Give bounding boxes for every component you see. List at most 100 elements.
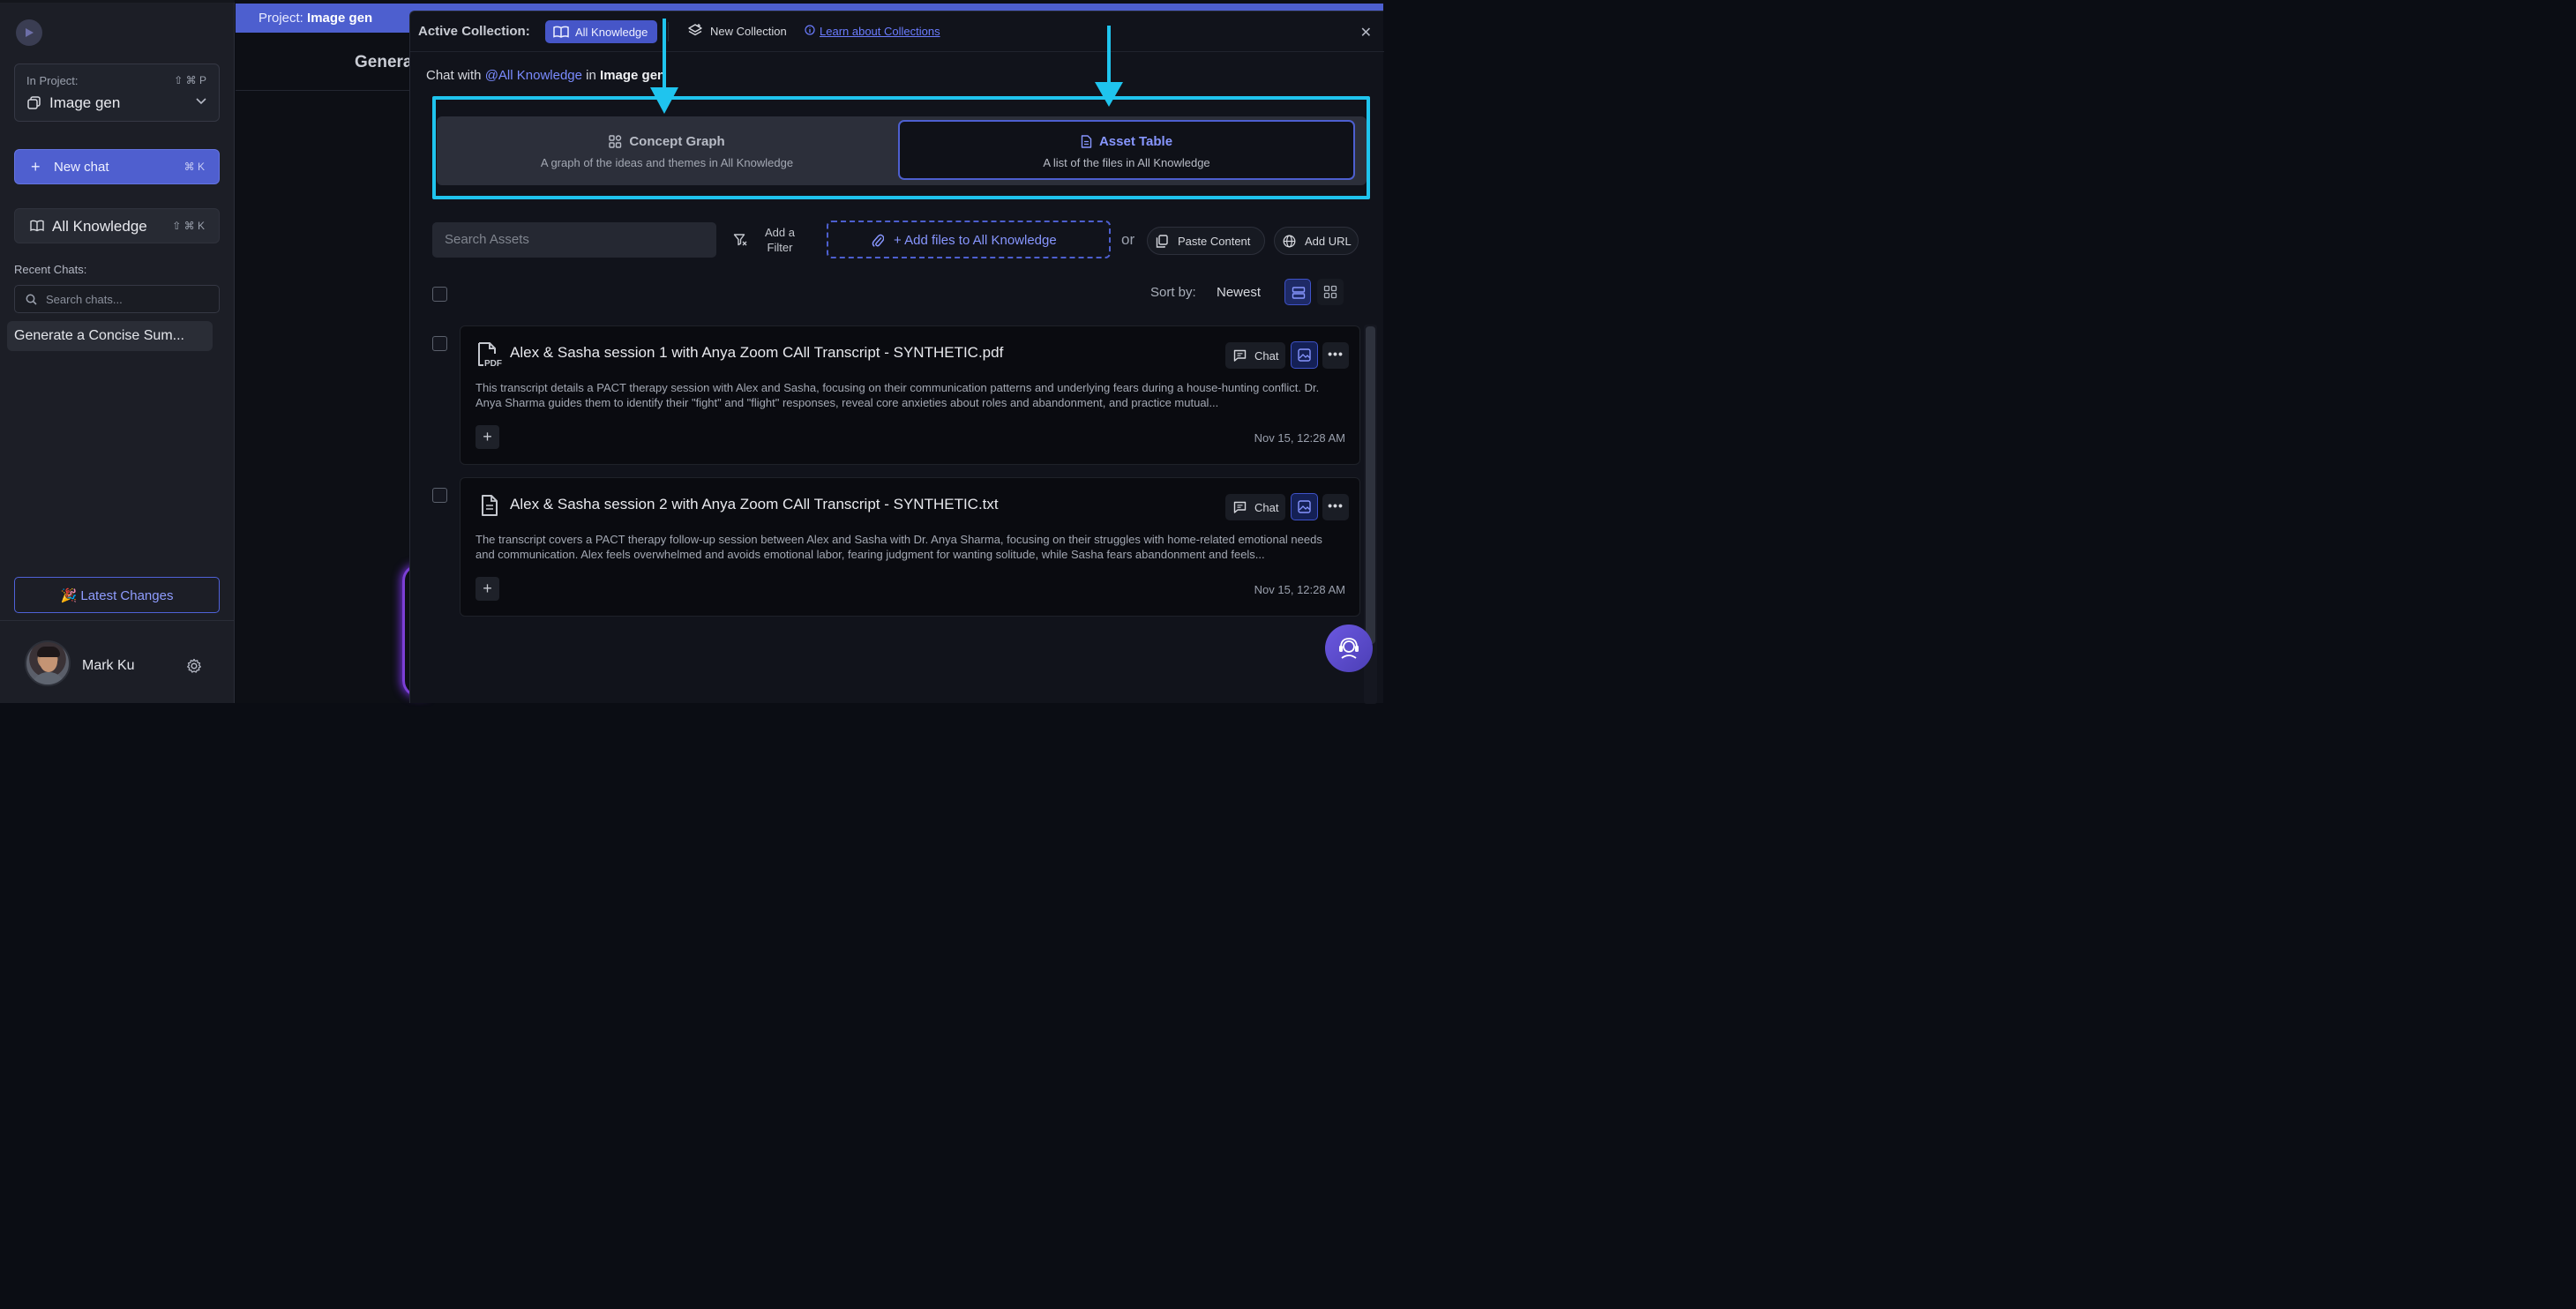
project-name: Image gen [49, 94, 121, 111]
project-banner-prefix: Project: [258, 11, 303, 26]
asset-card[interactable]: Alex & Sasha session 2 with Anya Zoom CA… [460, 477, 1360, 617]
latest-changes-button[interactable]: 🎉 Latest Changes [14, 577, 220, 613]
active-collection-label: Active Collection: [418, 24, 530, 39]
asset-chat-button[interactable]: Chat [1225, 342, 1285, 369]
info-icon [805, 25, 815, 35]
book-icon [553, 26, 569, 38]
active-collection-chip[interactable]: All Knowledge [545, 20, 657, 43]
copy-icon [27, 96, 41, 109]
chat-with-collection[interactable]: @All Knowledge [485, 68, 582, 83]
search-assets-placeholder: Search Assets [445, 232, 529, 247]
gear-icon[interactable] [186, 658, 202, 674]
asset-chat-label: Chat [1254, 501, 1279, 514]
globe-icon [1283, 235, 1296, 248]
headset-icon [1339, 638, 1359, 659]
search-chats-placeholder: Search chats... [46, 293, 123, 306]
all-knowledge-shortcut: ⇧ ⌘ K [172, 220, 205, 232]
add-tag-button[interactable]: + [476, 425, 499, 449]
sidebar-top-border [0, 0, 235, 3]
or-label: or [1121, 231, 1135, 248]
sidebar: In Project: ⇧ ⌘ P Image gen + New chat ⌘… [0, 0, 235, 703]
add-url-label: Add URL [1305, 235, 1352, 248]
annotation-highlight-box [432, 96, 1370, 199]
search-icon [26, 294, 37, 305]
pdf-file-icon: PDF [476, 341, 503, 368]
search-chats-input[interactable]: Search chats... [14, 285, 220, 313]
select-all-checkbox[interactable] [432, 287, 447, 302]
latest-changes-label: 🎉 Latest Changes [60, 588, 174, 603]
asset-chat-button[interactable]: Chat [1225, 494, 1285, 520]
play-logo-icon [26, 28, 34, 37]
close-icon[interactable]: ✕ [1360, 24, 1372, 41]
all-knowledge-label: All Knowledge [52, 218, 147, 235]
add-filter-label-1: Add a [765, 226, 795, 239]
all-knowledge-button[interactable]: All Knowledge ⇧ ⌘ K [14, 208, 220, 243]
avatar[interactable] [25, 640, 71, 686]
asset-chat-label: Chat [1254, 349, 1279, 363]
chat-icon [1233, 349, 1247, 362]
sort-dropdown[interactable]: Newest [1217, 285, 1261, 300]
grid-view-icon [1323, 285, 1337, 299]
add-tag-button[interactable]: + [476, 577, 499, 601]
paste-content-button[interactable]: Paste Content [1147, 227, 1265, 255]
clipboard-icon [1156, 235, 1168, 248]
user-bar: Mark Ku [0, 620, 235, 703]
new-collection-label: New Collection [710, 25, 787, 38]
asset-checkbox[interactable] [432, 336, 447, 351]
search-assets-input[interactable]: Search Assets [432, 222, 716, 258]
chat-with-line: Chat with @All Knowledge in Image gen [426, 68, 665, 83]
asset-date: Nov 15, 12:28 AM [1254, 431, 1345, 445]
asset-description: This transcript details a PACT therapy s… [476, 381, 1320, 409]
add-filter-button[interactable]: Add a Filter [733, 225, 804, 260]
recent-chats-heading: Recent Chats: [14, 263, 87, 276]
chat-with-prefix: Chat with [426, 68, 482, 83]
list-view-button[interactable] [1284, 279, 1311, 305]
recent-chat-title: Generate a Concise Sum... [14, 328, 184, 343]
asset-title[interactable]: Alex & Sasha session 2 with Anya Zoom CA… [510, 496, 999, 513]
image-icon [1298, 500, 1311, 513]
active-collection-name: All Knowledge [575, 26, 648, 39]
project-selector[interactable]: In Project: ⇧ ⌘ P Image gen [14, 64, 220, 122]
asset-image-button[interactable] [1291, 341, 1318, 369]
layers-icon [687, 24, 703, 38]
collection-modal: Active Collection: All Knowledge New Col… [409, 11, 1384, 704]
more-options-icon[interactable]: ••• [1322, 494, 1349, 520]
chat-title: Genera [355, 53, 413, 71]
text-file-icon [480, 494, 499, 517]
paste-content-label: Paste Content [1178, 235, 1251, 248]
sort-by-label: Sort by: [1150, 285, 1196, 300]
support-chat-button[interactable] [1325, 625, 1373, 672]
asset-date: Nov 15, 12:28 AM [1254, 583, 1345, 596]
chevron-down-icon [196, 98, 206, 105]
image-icon [1298, 348, 1311, 362]
asset-image-button[interactable] [1291, 493, 1318, 520]
grid-view-button[interactable] [1317, 279, 1344, 305]
chat-with-in: in [586, 68, 596, 83]
new-chat-label: New chat [54, 160, 109, 175]
plus-icon: + [31, 158, 41, 176]
add-files-button[interactable]: + Add files to All Knowledge [827, 221, 1111, 258]
annotation-arrow-asset-table [1095, 26, 1123, 107]
svg-text:PDF: PDF [484, 359, 502, 368]
add-filter-label-2: Filter [767, 241, 793, 254]
more-options-icon[interactable]: ••• [1322, 342, 1349, 369]
project-banner-name: Image gen [307, 11, 373, 26]
app-logo[interactable] [16, 19, 42, 46]
new-chat-shortcut: ⌘ K [183, 161, 205, 173]
paperclip-icon [872, 233, 884, 248]
book-icon [30, 220, 44, 232]
recent-chat-item[interactable]: Generate a Concise Sum... [7, 321, 213, 351]
asset-card[interactable]: PDF Alex & Sasha session 1 with Anya Zoo… [460, 325, 1360, 465]
asset-checkbox[interactable] [432, 488, 447, 503]
add-files-label: + Add files to All Knowledge [894, 233, 1057, 248]
new-chat-button[interactable]: + New chat ⌘ K [14, 149, 220, 184]
annotation-arrow-concept-graph [650, 19, 678, 114]
project-selector-label: In Project: [26, 74, 79, 87]
chat-icon [1233, 501, 1247, 513]
add-url-button[interactable]: Add URL [1274, 227, 1359, 255]
user-name: Mark Ku [82, 658, 135, 673]
asset-description: The transcript covers a PACT therapy fol… [476, 533, 1322, 561]
project-shortcut: ⇧ ⌘ P [174, 74, 206, 86]
asset-title[interactable]: Alex & Sasha session 1 with Anya Zoom CA… [510, 344, 1003, 362]
scrollbar-thumb[interactable] [1366, 326, 1375, 644]
